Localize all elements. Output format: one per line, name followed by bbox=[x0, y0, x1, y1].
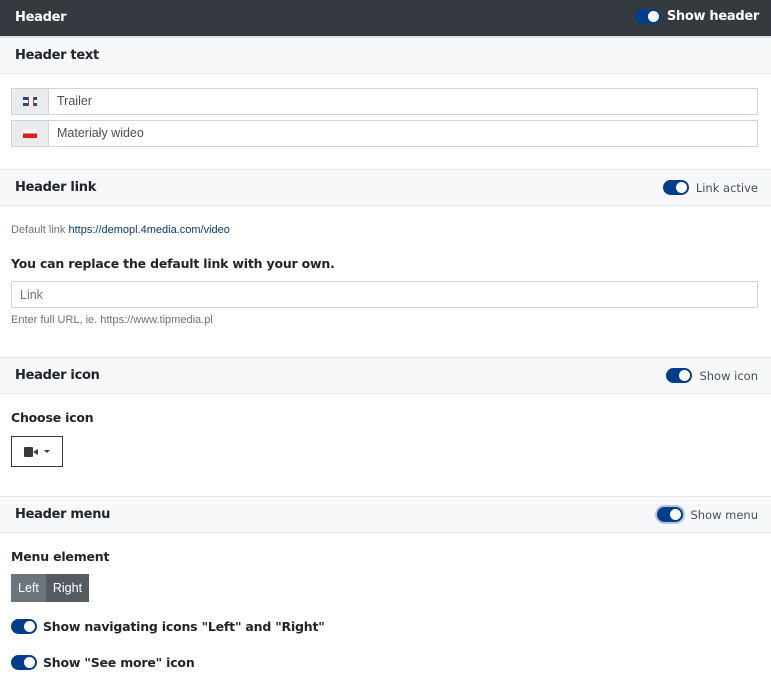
flag-uk-icon bbox=[23, 97, 37, 106]
header-panel-title: Header bbox=[15, 10, 67, 25]
icon-picker-dropdown[interactable] bbox=[11, 436, 63, 467]
nav-icons-label: Show navigating icons "Left" and "Right" bbox=[43, 619, 325, 634]
menu-element-label: Menu element bbox=[11, 549, 110, 564]
toggle-switch-icon[interactable] bbox=[11, 655, 37, 670]
default-link-label: Default link bbox=[11, 224, 66, 236]
toggle-switch-icon[interactable] bbox=[657, 507, 684, 522]
toggle-switch-icon[interactable] bbox=[11, 619, 37, 634]
header-panel-bar: Header Show header bbox=[0, 0, 771, 37]
caret-down-icon bbox=[44, 450, 50, 453]
menu-element-button-group: Left Right bbox=[11, 574, 90, 602]
nav-icons-toggle[interactable]: Show navigating icons "Left" and "Right" bbox=[11, 619, 325, 634]
show-menu-label: Show menu bbox=[690, 507, 758, 522]
section-header-text: Header text bbox=[0, 37, 771, 74]
section-header-link: Header link Link active bbox=[0, 169, 771, 206]
link-input[interactable] bbox=[11, 281, 758, 308]
flag-pl-icon bbox=[23, 129, 37, 138]
show-icon-label: Show icon bbox=[699, 368, 758, 383]
show-menu-toggle[interactable]: Show menu bbox=[657, 507, 758, 522]
section-header-icon: Header icon Show icon bbox=[0, 357, 771, 394]
toggle-switch-icon[interactable] bbox=[666, 368, 693, 383]
link-hint: Enter full URL, ie. https://www.tipmedia… bbox=[11, 314, 213, 326]
header-text-pl-field[interactable]: Materiały wideo bbox=[11, 120, 758, 147]
lang-addon bbox=[12, 89, 49, 114]
toggle-switch-icon[interactable] bbox=[662, 180, 689, 195]
link-active-toggle[interactable]: Link active bbox=[662, 180, 758, 195]
header-text-en-value[interactable]: Trailer bbox=[49, 89, 92, 114]
see-more-toggle[interactable]: Show "See more" icon bbox=[11, 655, 195, 670]
see-more-label: Show "See more" icon bbox=[43, 655, 195, 670]
section-title: Header text bbox=[15, 48, 99, 63]
header-text-en-field[interactable]: Trailer bbox=[11, 88, 758, 115]
replace-link-label: You can replace the default link with yo… bbox=[11, 256, 335, 271]
toggle-switch-icon[interactable] bbox=[634, 9, 661, 24]
section-header-menu: Header menu Show menu bbox=[0, 496, 771, 533]
show-icon-toggle[interactable]: Show icon bbox=[666, 368, 758, 383]
default-link-url[interactable]: https://demopl.4media.com/video bbox=[68, 224, 229, 236]
menu-right-button[interactable]: Right bbox=[45, 574, 90, 602]
default-link-text: Default link https://demopl.4media.com/v… bbox=[11, 224, 230, 236]
choose-icon-label: Choose icon bbox=[11, 410, 94, 425]
show-header-toggle[interactable]: Show header bbox=[634, 9, 759, 24]
section-title: Header menu bbox=[15, 507, 111, 522]
menu-left-button[interactable]: Left bbox=[11, 574, 46, 602]
section-title: Header icon bbox=[15, 368, 100, 383]
lang-addon bbox=[12, 121, 49, 146]
video-camera-icon bbox=[24, 446, 38, 457]
show-header-label: Show header bbox=[666, 9, 759, 24]
header-text-pl-value[interactable]: Materiały wideo bbox=[49, 121, 144, 146]
section-title: Header link bbox=[15, 180, 97, 195]
link-active-label: Link active bbox=[695, 180, 758, 195]
